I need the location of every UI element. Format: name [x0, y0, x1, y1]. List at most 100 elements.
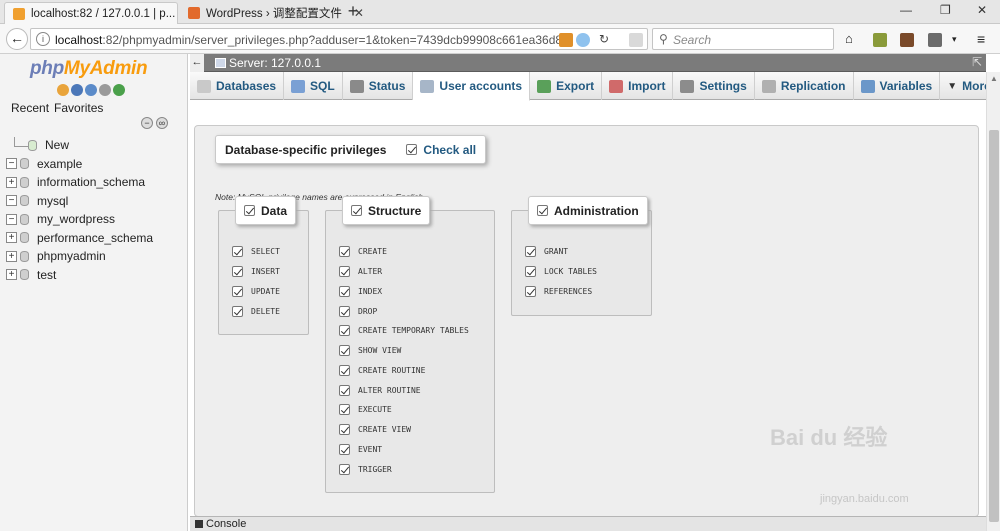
link-icon[interactable]: ∞ [156, 117, 168, 129]
privilege-create-temporary-tables[interactable]: CREATE TEMPORARY TABLES [339, 325, 469, 336]
privilege-checkbox[interactable] [339, 424, 350, 435]
scrollbar-thumb[interactable] [989, 130, 999, 522]
extension-icon[interactable] [873, 33, 887, 47]
tab-status[interactable]: Status [343, 72, 414, 100]
privilege-create-view[interactable]: CREATE VIEW [339, 424, 411, 435]
maximize-icon[interactable]: ⇱ [972, 55, 982, 69]
site-info-icon[interactable]: i [36, 32, 50, 46]
privilege-checkbox[interactable] [525, 246, 536, 257]
privilege-checkbox[interactable] [339, 306, 350, 317]
expand-icon[interactable]: + [6, 269, 17, 281]
minimize-icon[interactable]: — [900, 3, 912, 17]
privilege-select[interactable]: SELECT [232, 246, 280, 257]
privilege-alter-routine[interactable]: ALTER ROUTINE [339, 385, 421, 396]
privilege-insert[interactable]: INSERT [232, 266, 280, 277]
page-scrollbar[interactable]: ▲ [986, 72, 1000, 531]
privilege-execute[interactable]: EXECUTE [339, 404, 392, 415]
privilege-index[interactable]: INDEX [339, 286, 382, 297]
browser-tab-wordpress[interactable]: WordPress › 调整配置文件 ✕ [180, 2, 364, 24]
favorites-tab[interactable]: Favorites [54, 101, 103, 115]
privilege-checkbox[interactable] [232, 306, 243, 317]
privilege-trigger[interactable]: TRIGGER [339, 464, 392, 475]
privilege-checkbox[interactable] [339, 286, 350, 297]
extension-icon[interactable] [576, 33, 590, 47]
collapse-icon[interactable]: − [6, 195, 17, 207]
tab-replication[interactable]: Replication [755, 72, 854, 100]
tree-item-information-schema[interactable]: + information_schema [6, 173, 153, 192]
tab-export[interactable]: Export [530, 72, 603, 100]
tab-sql[interactable]: SQL [284, 72, 343, 100]
data-group-header[interactable]: Data [235, 196, 297, 225]
scroll-up-icon[interactable]: ▲ [990, 74, 998, 83]
gear-icon[interactable] [99, 84, 111, 96]
console-bar[interactable]: Console [190, 516, 986, 531]
tree-item-mysql[interactable]: − mysql [6, 192, 153, 211]
data-group-checkbox[interactable] [244, 205, 255, 216]
extension-icon[interactable] [928, 33, 942, 47]
privilege-alter[interactable]: ALTER [339, 266, 382, 277]
tree-item-test[interactable]: + test [6, 266, 153, 285]
privilege-checkbox[interactable] [339, 464, 350, 475]
expand-icon[interactable]: + [6, 250, 17, 262]
tracking-icon[interactable] [629, 33, 643, 47]
home-icon[interactable] [57, 84, 69, 96]
collapse-all-icon[interactable]: − [141, 117, 153, 129]
privilege-checkbox[interactable] [339, 385, 350, 396]
collapse-icon[interactable]: − [6, 213, 17, 225]
tree-item-phpmyadmin[interactable]: + phpmyadmin [6, 247, 153, 266]
tree-item-example[interactable]: − example [6, 155, 153, 174]
tree-item-performance-schema[interactable]: + performance_schema [6, 229, 153, 248]
privilege-checkbox[interactable] [339, 246, 350, 257]
privilege-checkbox[interactable] [339, 345, 350, 356]
privilege-checkbox[interactable] [339, 325, 350, 336]
administration-group-checkbox[interactable] [537, 205, 548, 216]
privilege-checkbox[interactable] [232, 266, 243, 277]
privilege-checkbox[interactable] [339, 266, 350, 277]
structure-group-header[interactable]: Structure [342, 196, 431, 225]
check-all-label[interactable]: Check all [423, 143, 476, 157]
tab-variables[interactable]: Variables [854, 72, 941, 100]
extension-icon[interactable] [900, 33, 914, 47]
privilege-lock-tables[interactable]: LOCK TABLES [525, 266, 597, 277]
collapse-icon[interactable]: − [6, 158, 17, 170]
reload-icon[interactable] [113, 84, 125, 96]
menu-icon[interactable]: ≡ [977, 32, 991, 47]
privilege-delete[interactable]: DELETE [232, 306, 280, 317]
tab-import[interactable]: Import [602, 72, 674, 100]
privilege-checkbox[interactable] [232, 246, 243, 257]
privilege-checkbox[interactable] [339, 404, 350, 415]
logout-icon[interactable] [71, 84, 83, 96]
console-label[interactable]: Console [206, 518, 246, 530]
privilege-create[interactable]: CREATE [339, 246, 387, 257]
privilege-event[interactable]: EVENT [339, 444, 382, 455]
privilege-create-routine[interactable]: CREATE ROUTINE [339, 365, 425, 376]
tree-item-my-wordpress[interactable]: − my_wordpress [6, 210, 153, 229]
recent-tab[interactable]: Recent [11, 101, 49, 115]
privilege-update[interactable]: UPDATE [232, 286, 280, 297]
address-bar[interactable]: i localhost:82/phpmyadmin/server_privile… [30, 28, 648, 50]
extension-icon[interactable] [559, 33, 573, 47]
restore-icon[interactable]: ❐ [940, 3, 951, 17]
privilege-references[interactable]: REFERENCES [525, 286, 592, 297]
server-breadcrumb[interactable]: Server: 127.0.0.1 [229, 56, 321, 70]
privilege-show-view[interactable]: SHOW VIEW [339, 345, 401, 356]
privilege-checkbox[interactable] [232, 286, 243, 297]
tree-item-new[interactable]: New [6, 136, 153, 155]
home-icon[interactable]: ⌂ [845, 32, 859, 47]
privilege-grant[interactable]: GRANT [525, 246, 568, 257]
privilege-checkbox[interactable] [525, 286, 536, 297]
collapse-navigation-icon[interactable]: ← [190, 54, 204, 72]
search-box[interactable]: ⚲ Search [652, 28, 834, 50]
privilege-checkbox[interactable] [339, 444, 350, 455]
back-button[interactable]: ← [6, 28, 28, 50]
expand-icon[interactable]: + [6, 232, 17, 244]
administration-group-header[interactable]: Administration [528, 196, 648, 225]
check-all-checkbox[interactable] [406, 144, 418, 155]
reload-icon[interactable]: ↻ [599, 33, 613, 47]
tab-settings[interactable]: Settings [673, 72, 755, 100]
phpmyadmin-logo[interactable]: phpMyAdmin [30, 58, 148, 80]
privilege-checkbox[interactable] [525, 266, 536, 277]
structure-group-checkbox[interactable] [351, 205, 362, 216]
privilege-drop[interactable]: DROP [339, 306, 377, 317]
privilege-checkbox[interactable] [339, 365, 350, 376]
